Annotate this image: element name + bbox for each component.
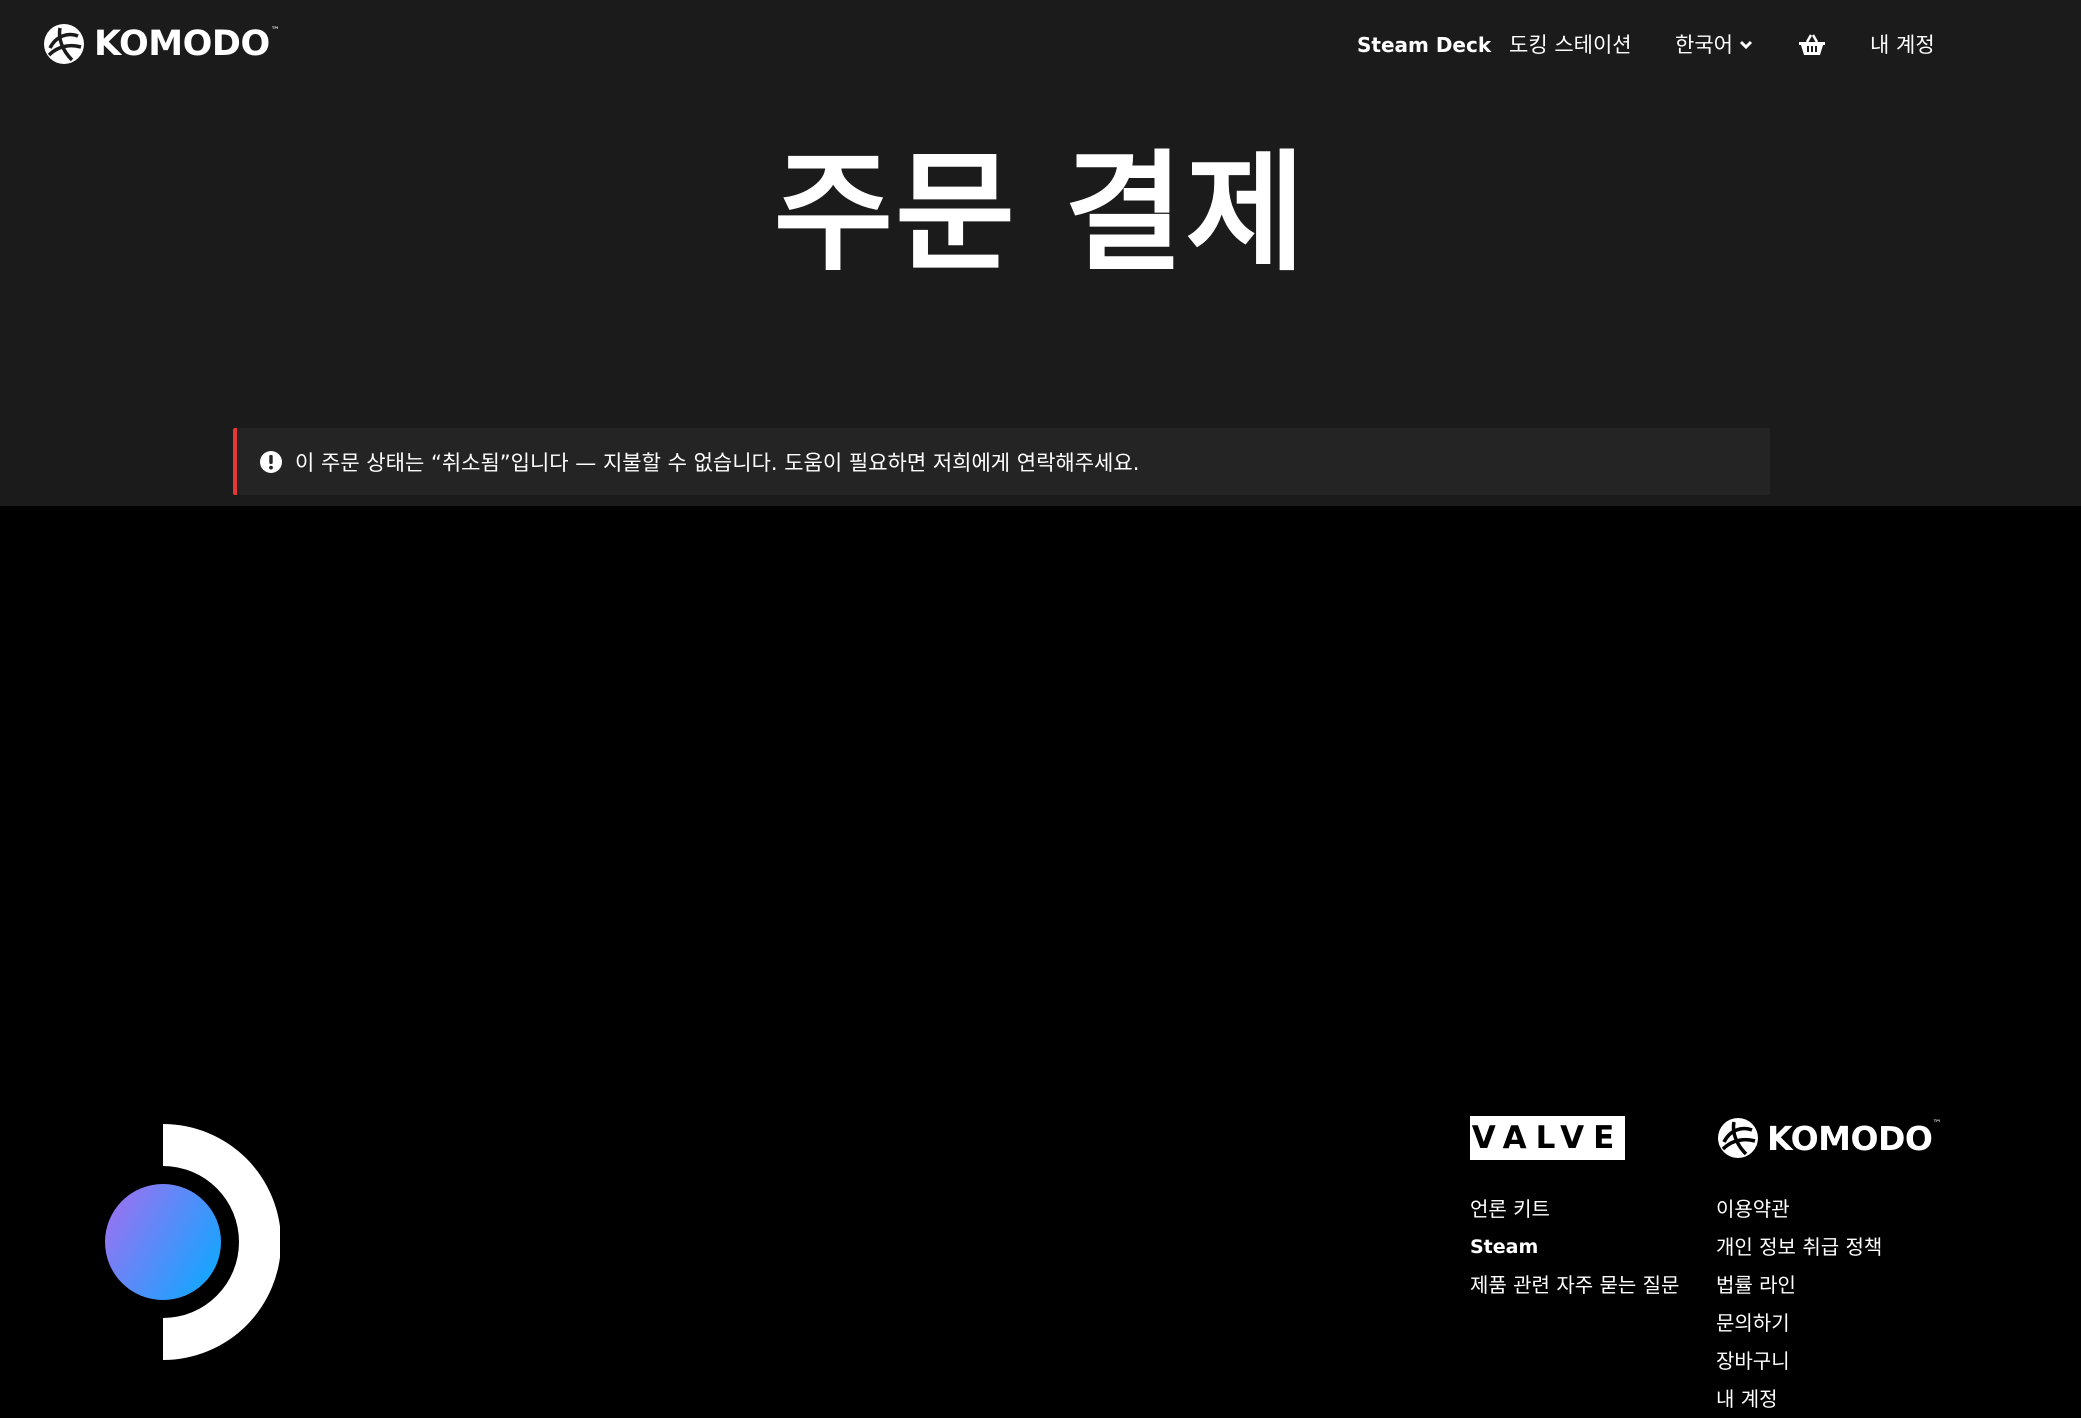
valve-column: VALVE ® 언론 키트 Steam 제품 관련 자주 묻는 질문	[1470, 1116, 1679, 1304]
footer-link-press-kit[interactable]: 언론 키트	[1470, 1190, 1679, 1228]
komodo-footer-logo[interactable]: KOMODO ™	[1716, 1116, 1941, 1160]
top-nav: Steam Deck 도킹 스테이션 한국어 내 계정	[0, 28, 2081, 62]
footer-link-steam[interactable]: Steam	[1470, 1228, 1679, 1266]
nav-my-account[interactable]: 내 계정	[1870, 28, 1935, 62]
footer-link-product-faq[interactable]: 제품 관련 자주 묻는 질문	[1470, 1266, 1679, 1304]
language-selector[interactable]: 한국어	[1675, 28, 1753, 62]
page-title: 주문 결제	[773, 137, 1308, 289]
footer-link-terms[interactable]: 이용약관	[1716, 1190, 1941, 1228]
nav-steam-deck[interactable]: Steam Deck	[1357, 28, 1491, 62]
registered-mark: ®	[1616, 1116, 1624, 1125]
chevron-down-icon	[1739, 40, 1753, 50]
footer-link-my-account[interactable]: 내 계정	[1716, 1380, 1941, 1418]
komodo-column: KOMODO ™ 이용약관 개인 정보 취급 정책 법률 라인 문의하기 장바구…	[1716, 1116, 1941, 1418]
komodo-shell-icon	[1718, 1118, 1758, 1158]
valve-links: 언론 키트 Steam 제품 관련 자주 묻는 질문	[1470, 1190, 1679, 1304]
basket-icon	[1799, 34, 1825, 55]
exclamation-circle-icon	[260, 450, 282, 473]
alert-message: 이 주문 상태는 “취소됨”입니다 — 지불할 수 없습니다. 도움이 필요하면…	[295, 450, 1140, 475]
komodo-wordmark: KOMODO	[1767, 1118, 1933, 1158]
page-header-region: KOMODO ™ Steam Deck 도킹 스테이션 한국어 내 계정 주문 …	[0, 0, 2081, 506]
nav-docking-station[interactable]: 도킹 스테이션	[1509, 28, 1632, 62]
footer-link-cart[interactable]: 장바구니	[1716, 1342, 1941, 1380]
order-status-alert: 이 주문 상태는 “취소됨”입니다 — 지불할 수 없습니다. 도움이 필요하면…	[233, 428, 1770, 495]
cart-button[interactable]	[1798, 28, 1826, 62]
footer-link-contact[interactable]: 문의하기	[1716, 1304, 1941, 1342]
komodo-links: 이용약관 개인 정보 취급 정책 법률 라인 문의하기 장바구니 내 계정	[1716, 1190, 1941, 1418]
valve-logo[interactable]: VALVE ®	[1470, 1116, 1625, 1160]
valve-wordmark: VALVE	[1471, 1120, 1624, 1156]
steam-deck-logo-icon[interactable]	[104, 1124, 280, 1360]
site-footer: VALVE ® 언론 키트 Steam 제품 관련 자주 묻는 질문 KOMOD…	[0, 506, 2081, 1411]
trademark-mark: ™	[1932, 1119, 1942, 1129]
footer-link-legal[interactable]: 법률 라인	[1716, 1266, 1941, 1304]
language-label: 한국어	[1675, 33, 1733, 57]
footer-link-privacy-policy[interactable]: 개인 정보 취급 정책	[1716, 1228, 1941, 1266]
